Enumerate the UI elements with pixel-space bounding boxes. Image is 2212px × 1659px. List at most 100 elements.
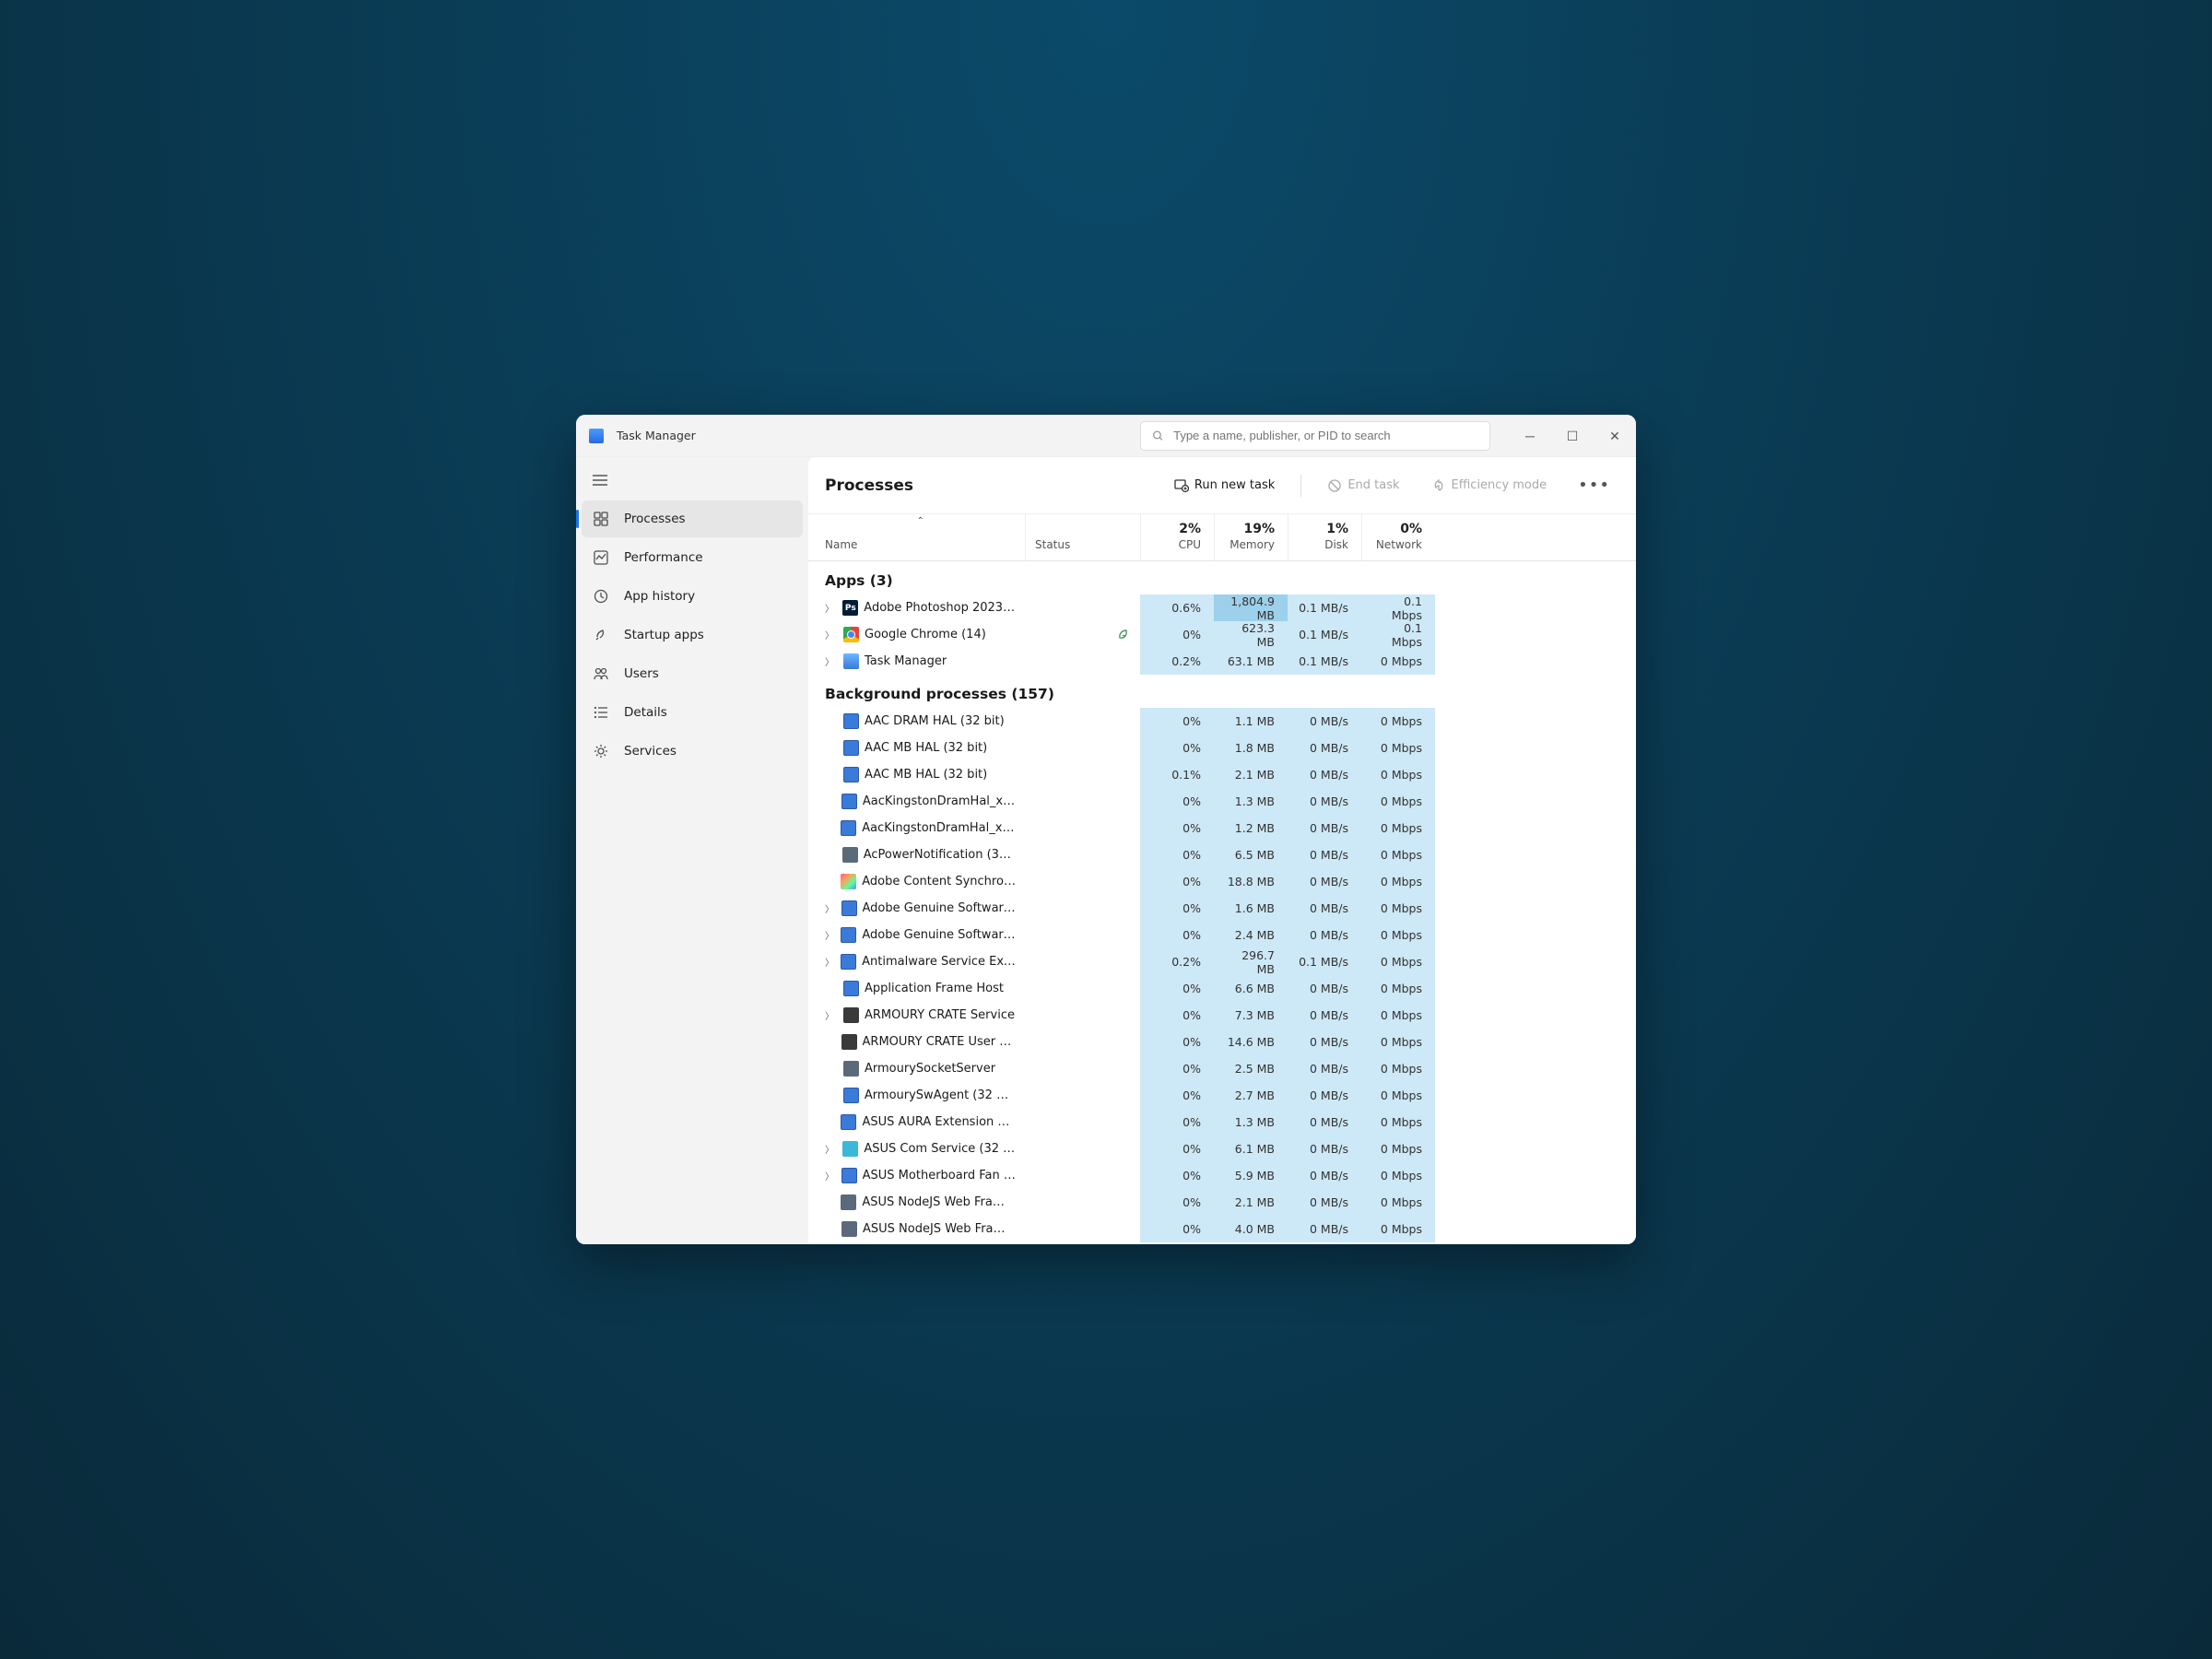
- process-row[interactable]: 〉Antimalware Service Executable0.2%296.7…: [808, 948, 1636, 975]
- sidebar-item-processes[interactable]: Processes: [582, 500, 803, 537]
- disk-cell: 0 MB/s: [1288, 1135, 1361, 1162]
- process-row[interactable]: 〉Application Frame Host0%6.6 MB0 MB/s0 M…: [808, 975, 1636, 1002]
- column-name[interactable]: ⌃ Name: [808, 514, 1025, 560]
- process-row[interactable]: 〉Adobe Content Synchronizer (...0%18.8 M…: [808, 868, 1636, 895]
- expand-icon[interactable]: 〉: [825, 955, 835, 969]
- expand-icon[interactable]: 〉: [825, 601, 837, 615]
- process-row[interactable]: 〉AAC MB HAL (32 bit)0%1.8 MB0 MB/s0 Mbps: [808, 735, 1636, 761]
- page-title: Processes: [825, 477, 913, 495]
- process-row[interactable]: 〉AAC MB HAL (32 bit)0.1%2.1 MB0 MB/s0 Mb…: [808, 761, 1636, 788]
- process-row[interactable]: 〉ASUS Motherboard Fan Contr...0%5.9 MB0 …: [808, 1162, 1636, 1189]
- memory-cell: 623.3 MB: [1214, 621, 1288, 648]
- sidebar-item-label: Processes: [624, 512, 686, 526]
- expand-icon[interactable]: 〉: [825, 1008, 838, 1022]
- process-name: AAC MB HAL (32 bit): [865, 741, 987, 755]
- sidebar-item-startup[interactable]: Startup apps: [582, 617, 803, 653]
- process-name: Google Chrome (14): [865, 628, 986, 641]
- column-status[interactable]: Status: [1025, 514, 1140, 560]
- expand-icon[interactable]: 〉: [825, 1142, 837, 1156]
- process-status: [1025, 628, 1140, 642]
- process-name: Adobe Content Synchronizer (...: [862, 875, 1016, 888]
- end-task-button[interactable]: End task: [1318, 473, 1408, 499]
- process-icon: [841, 820, 856, 836]
- memory-cell: 6.1 MB: [1214, 1135, 1288, 1162]
- expand-icon[interactable]: 〉: [825, 654, 838, 668]
- processes-table[interactable]: ⌃ Name Status 2% CPU 19% Memory 1% Disk: [808, 514, 1636, 1244]
- disk-cell: 0 MB/s: [1288, 815, 1361, 841]
- titlebar: Task Manager ─ ☐ ✕: [576, 415, 1636, 457]
- sidebar-item-apphistory[interactable]: App history: [582, 578, 803, 615]
- cpu-cell: 0%: [1140, 788, 1214, 815]
- column-network[interactable]: 0% Network: [1361, 514, 1435, 560]
- disk-cell: 0 MB/s: [1288, 1082, 1361, 1109]
- expand-icon[interactable]: 〉: [825, 628, 838, 641]
- end-task-icon: [1327, 478, 1342, 493]
- cpu-cell: 0%: [1140, 922, 1214, 948]
- network-cell: 0 Mbps: [1361, 868, 1435, 895]
- efficiency-mode-button[interactable]: Efficiency mode: [1422, 473, 1557, 499]
- hamburger-button[interactable]: [576, 463, 808, 499]
- expand-icon[interactable]: 〉: [825, 901, 836, 915]
- process-row[interactable]: 〉Adobe Genuine Software Inte...0%1.6 MB0…: [808, 895, 1636, 922]
- process-row[interactable]: 〉ArmourySocketServer0%2.5 MB0 MB/s0 Mbps: [808, 1055, 1636, 1082]
- network-cell: 0 Mbps: [1361, 1082, 1435, 1109]
- process-name-cell: 〉AcPowerNotification (32 bit): [808, 847, 1025, 863]
- sidebar-item-performance[interactable]: Performance: [582, 539, 803, 576]
- process-row[interactable]: 〉Google Chrome (14)0%623.3 MB0.1 MB/s0.1…: [808, 621, 1636, 648]
- process-name-cell: 〉Application Frame Host: [808, 981, 1025, 996]
- minimize-button[interactable]: ─: [1509, 415, 1551, 457]
- process-row[interactable]: 〉ArmourySwAgent (32 bit)0%2.7 MB0 MB/s0 …: [808, 1082, 1636, 1109]
- process-name-cell: 〉ARMOURY CRATE Service: [808, 1007, 1025, 1023]
- cpu-cell: 0.6%: [1140, 594, 1214, 621]
- memory-cell: 2.1 MB: [1214, 761, 1288, 788]
- column-disk[interactable]: 1% Disk: [1288, 514, 1361, 560]
- sidebar-item-services[interactable]: Services: [582, 733, 803, 770]
- search-box[interactable]: [1140, 421, 1490, 451]
- sidebar-item-label: Performance: [624, 550, 703, 565]
- disk-cell: 0 MB/s: [1288, 1029, 1361, 1055]
- run-new-task-button[interactable]: Run new task: [1165, 473, 1284, 499]
- process-row[interactable]: 〉ARMOURY CRATE User Sessio...0%14.6 MB0 …: [808, 1029, 1636, 1055]
- performance-icon: [593, 549, 609, 566]
- process-row[interactable]: 〉ASUS NodeJS Web Framework0%4.0 MB0 MB/s…: [808, 1216, 1636, 1242]
- maximize-button[interactable]: ☐: [1551, 415, 1594, 457]
- process-name: ASUS AURA Extension Card H...: [862, 1115, 1016, 1129]
- process-row[interactable]: 〉AcPowerNotification (32 bit)0%6.5 MB0 M…: [808, 841, 1636, 868]
- process-row[interactable]: 〉AacKingstonDramHal_x86.exe...0%1.2 MB0 …: [808, 815, 1636, 841]
- sidebar-item-details[interactable]: Details: [582, 694, 803, 731]
- disk-cell: 0.1 MB/s: [1288, 648, 1361, 675]
- search-input[interactable]: [1173, 429, 1478, 442]
- expand-icon[interactable]: 〉: [825, 928, 835, 942]
- run-new-task-icon: [1174, 478, 1189, 493]
- efficiency-icon: [1431, 478, 1446, 493]
- process-name-cell: 〉AacKingstonDramHal_x64.exe: [808, 794, 1025, 809]
- memory-cell: 18.8 MB: [1214, 868, 1288, 895]
- sidebar-item-users[interactable]: Users: [582, 655, 803, 692]
- process-icon: [843, 981, 859, 996]
- cpu-cell: 0%: [1140, 1082, 1214, 1109]
- process-row[interactable]: 〉PsAdobe Photoshop 2023 (9)0.6%1,804.9 M…: [808, 594, 1636, 621]
- history-icon: [593, 588, 609, 605]
- process-row[interactable]: 〉ASUS NodeJS Web Framework...0%2.1 MB0 M…: [808, 1189, 1636, 1216]
- process-name-cell: 〉AacKingstonDramHal_x86.exe...: [808, 820, 1025, 836]
- close-button[interactable]: ✕: [1594, 415, 1636, 457]
- process-row[interactable]: 〉Task Manager0.2%63.1 MB0.1 MB/s0 Mbps: [808, 648, 1636, 675]
- process-row[interactable]: 〉Adobe Genuine Software Mon...0%2.4 MB0 …: [808, 922, 1636, 948]
- process-row[interactable]: 〉ASUS Com Service (32 bit)0%6.1 MB0 MB/s…: [808, 1135, 1636, 1162]
- process-row[interactable]: 〉AacKingstonDramHal_x64.exe0%1.3 MB0 MB/…: [808, 788, 1636, 815]
- more-actions-button[interactable]: •••: [1569, 470, 1619, 500]
- process-row[interactable]: 〉AAC DRAM HAL (32 bit)0%1.1 MB0 MB/s0 Mb…: [808, 708, 1636, 735]
- process-row[interactable]: 〉ASUS AURA Extension Card H...0%1.3 MB0 …: [808, 1109, 1636, 1135]
- cpu-cell: 0%: [1140, 1109, 1214, 1135]
- disk-cell: 0 MB/s: [1288, 868, 1361, 895]
- network-cell: 0 Mbps: [1361, 1109, 1435, 1135]
- memory-cell: 6.5 MB: [1214, 841, 1288, 868]
- process-name-cell: 〉Adobe Genuine Software Inte...: [808, 900, 1025, 916]
- process-name: ArmourySwAgent (32 bit): [865, 1088, 1016, 1102]
- column-cpu[interactable]: 2% CPU: [1140, 514, 1214, 560]
- expand-icon[interactable]: 〉: [825, 1169, 836, 1182]
- memory-cell: 1.2 MB: [1214, 815, 1288, 841]
- process-icon: [843, 1088, 859, 1103]
- process-row[interactable]: 〉ARMOURY CRATE Service0%7.3 MB0 MB/s0 Mb…: [808, 1002, 1636, 1029]
- column-memory[interactable]: 19% Memory: [1214, 514, 1288, 560]
